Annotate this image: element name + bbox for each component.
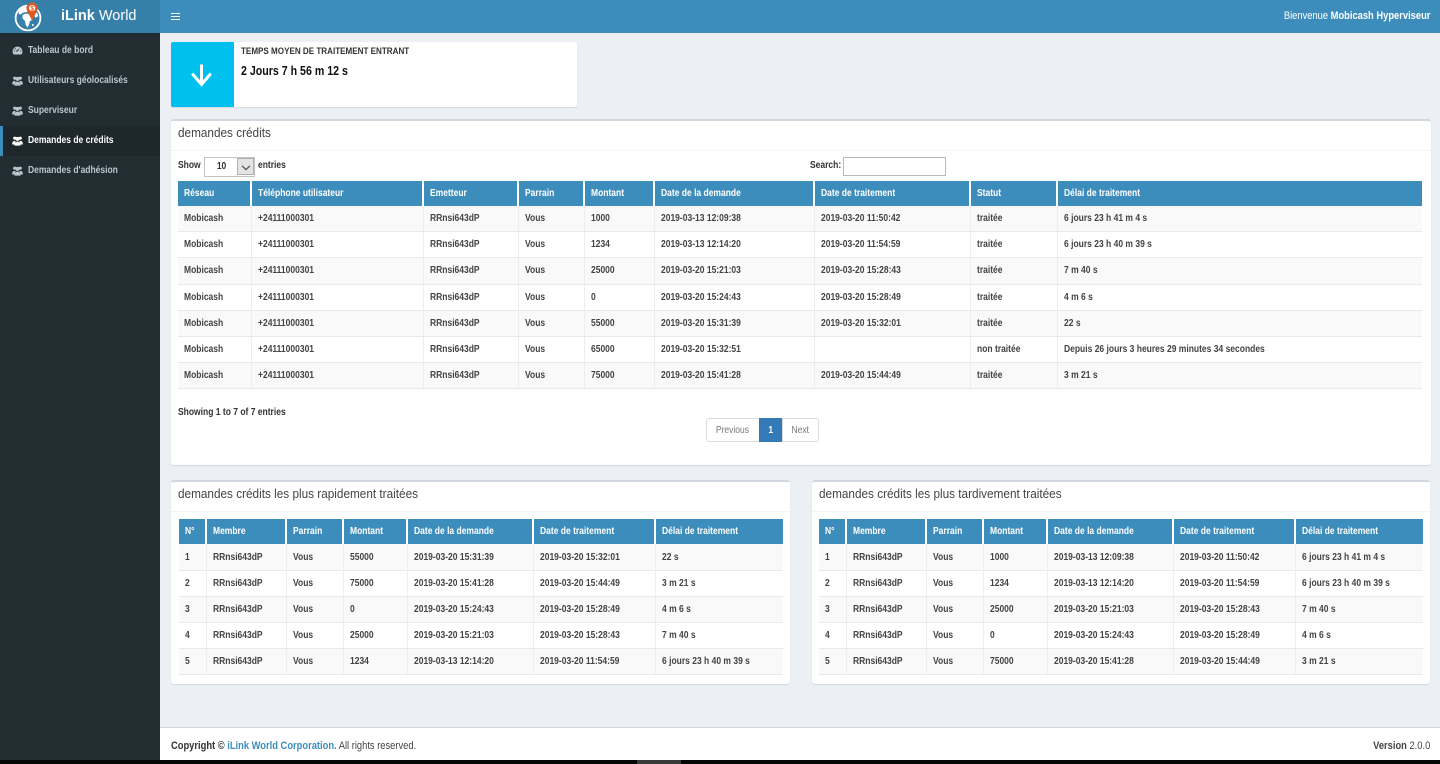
svg-text:$: $ [30, 5, 34, 12]
